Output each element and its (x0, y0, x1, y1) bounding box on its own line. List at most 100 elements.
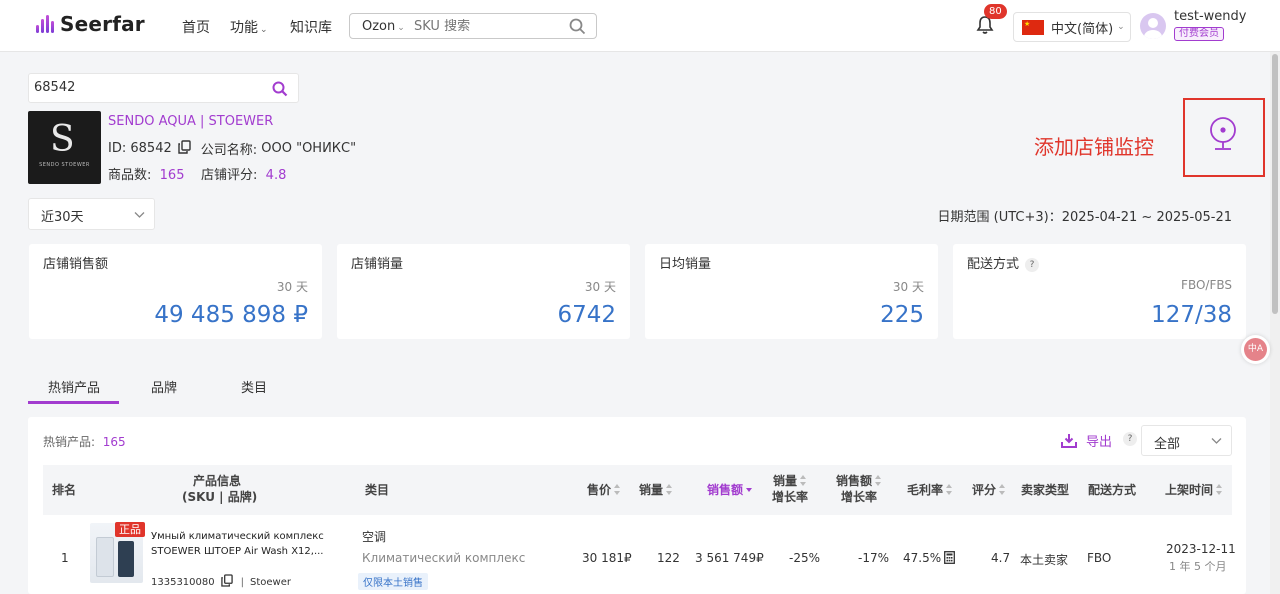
shop-id-label: ID: (108, 141, 127, 156)
nav-features-label: 功能 (230, 20, 258, 36)
row-sales-growth: -25% (789, 551, 821, 565)
col-rank: 排名 (52, 483, 77, 497)
col-revenue-label: 销售额 (707, 483, 744, 497)
shop-search-box (28, 73, 299, 103)
translate-icon: 中A (1244, 338, 1267, 361)
user-avatar[interactable] (1140, 13, 1166, 39)
col-listed[interactable]: 上架时间 (1165, 482, 1223, 498)
metric-value: 49 485 898 ₽ (154, 302, 308, 328)
chevron-down-icon (1211, 434, 1222, 449)
products-label: 商品数: (108, 168, 152, 183)
col-sales-label: 销量 (639, 483, 664, 497)
col-margin[interactable]: 毛利率 (907, 482, 953, 498)
row-price: 30 181₽ (582, 551, 632, 565)
company-name: ООО "ОНИКС" (261, 141, 357, 156)
metric-period: 30 天 (584, 280, 616, 294)
col-sales-growth-line2: 增长率 (772, 490, 809, 504)
sort-icon (999, 484, 1006, 496)
product-image-device-b (118, 541, 134, 577)
company-label: 公司名称: (200, 143, 258, 158)
calculator-icon[interactable] (944, 551, 955, 568)
page-scrollbar-thumb[interactable] (1272, 54, 1278, 314)
hot-products-count: 热销产品: 165 (43, 433, 126, 450)
search-icon[interactable] (272, 81, 288, 101)
rating-label: 店铺评分: (201, 168, 258, 183)
metric-value: 6742 (557, 302, 616, 328)
tab-categories[interactable]: 类目 (241, 377, 267, 396)
col-price[interactable]: 售价 (587, 482, 621, 498)
chevron-down-icon: ⌄ (397, 22, 405, 33)
nav-knowledge[interactable]: 知识库 (290, 17, 332, 37)
shop-rating: 4.8 (265, 168, 287, 183)
chevron-down-icon: ⌄ (1117, 22, 1125, 32)
row-revenue-growth: -17% (858, 551, 890, 565)
sku-search-input[interactable] (414, 18, 554, 34)
col-price-label: 售价 (587, 483, 612, 497)
col-sales-growth[interactable]: 销量 增长率 (772, 473, 808, 505)
metric-title: 配送方式 (967, 257, 1020, 272)
china-flag-icon (1022, 19, 1044, 35)
add-shop-monitor-label: 添加店铺监控 (1034, 135, 1154, 159)
product-sku[interactable]: 1335310080 (151, 577, 215, 588)
seller-filter-select[interactable]: 全部 (1141, 425, 1232, 456)
col-margin-label: 毛利率 (907, 483, 944, 497)
chevron-down-icon (134, 208, 145, 223)
col-listed-label: 上架时间 (1165, 483, 1214, 497)
nav-home[interactable]: 首页 (182, 17, 210, 37)
product-name-link[interactable]: Умный климатический комплекс STOEWER ШТО… (151, 529, 326, 559)
category-ru: Климатический комплекс (362, 551, 526, 565)
tab-brands[interactable]: 品牌 (151, 377, 177, 396)
username[interactable]: test-wendy (1174, 9, 1246, 24)
col-rating[interactable]: 评分 (972, 482, 1006, 498)
shop-logo: S SENDO STOEWER (28, 111, 101, 184)
metric-title: 店铺销量 (351, 257, 404, 272)
help-icon[interactable]: ? (1025, 258, 1040, 272)
platform-select[interactable]: Ozon ⌄ (350, 19, 414, 34)
row-listed-age: 1 年 5 个月 (1169, 560, 1227, 573)
shop-logo-letter: S (50, 119, 75, 160)
metric-period: 30 天 (892, 280, 924, 294)
language-select[interactable]: 中文(简体) ⌄ (1013, 12, 1131, 42)
col-category: 类目 (365, 483, 390, 497)
notification-count-badge: 80 (984, 4, 1007, 19)
product-brand[interactable]: Stoewer (250, 577, 291, 588)
metric-card-daily-sales: 日均销量 30 天 225 (645, 244, 938, 339)
col-revenue-growth-line2: 增长率 (841, 490, 878, 504)
language-label: 中文(简体) (1051, 21, 1114, 37)
period-select[interactable]: 近30天 (28, 198, 155, 230)
metric-value: 127/38 (1151, 302, 1232, 328)
translate-float-button[interactable]: 中A (1241, 335, 1270, 364)
copy-icon[interactable] (220, 574, 233, 590)
tab-hot-products[interactable]: 热销产品 (48, 377, 100, 396)
shop-stats: 商品数: 165 店铺评分: 4.8 (108, 164, 286, 183)
date-range-label: 日期范围 (UTC+3)： (937, 210, 1062, 225)
sort-icon (1216, 484, 1223, 496)
sort-icon (614, 484, 621, 496)
sort-icon (800, 475, 807, 487)
shop-logo-caption: SENDO STOEWER (39, 162, 90, 168)
export-button[interactable]: 导出 (1061, 431, 1112, 450)
shop-id-line: ID: 68542 公司名称: ООО "ОНИКС" (108, 139, 356, 158)
row-seller-type: 本土卖家 (1020, 553, 1069, 567)
platform-label: Ozon (362, 18, 396, 34)
membership-badge: 付费会员 (1174, 27, 1224, 41)
col-revenue-growth[interactable]: 销售额 增长率 (836, 473, 882, 505)
divider: | (240, 576, 244, 588)
export-label: 导出 (1086, 435, 1113, 450)
col-revenue[interactable]: 销售额 (707, 482, 753, 498)
help-icon[interactable]: ? (1123, 432, 1137, 446)
copy-icon[interactable] (178, 139, 191, 158)
logo-text: Seerfar (60, 12, 145, 36)
col-product-info-line2: (SKU | 品牌) (182, 490, 258, 504)
search-icon[interactable] (569, 18, 586, 39)
nav-features[interactable]: 功能 ⌄ (230, 17, 268, 37)
shop-search-input[interactable] (34, 80, 254, 95)
add-shop-monitor-icon[interactable] (1208, 116, 1238, 158)
logo-mark-icon (36, 15, 54, 33)
row-listed-date: 2023-12-11 (1166, 542, 1236, 556)
seerfar-logo[interactable]: Seerfar (36, 12, 145, 36)
shop-name-link[interactable]: SENDO AQUA | STOEWER (108, 114, 273, 129)
col-sales[interactable]: 销量 (639, 482, 673, 498)
metric-period: 30 天 (276, 280, 308, 294)
sort-desc-icon (746, 484, 753, 496)
